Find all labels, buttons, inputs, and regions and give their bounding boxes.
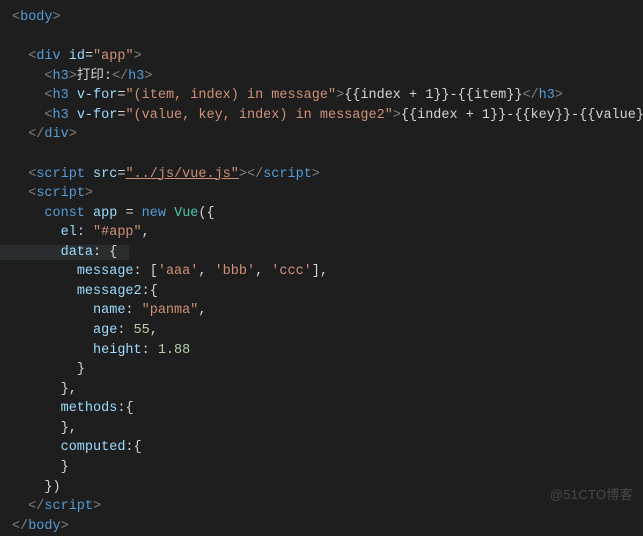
code-block: <body> <div id="app"> <h3>打印:</h3> <h3 v… [12,8,631,536]
watermark: @51CTO博客 [550,486,633,505]
